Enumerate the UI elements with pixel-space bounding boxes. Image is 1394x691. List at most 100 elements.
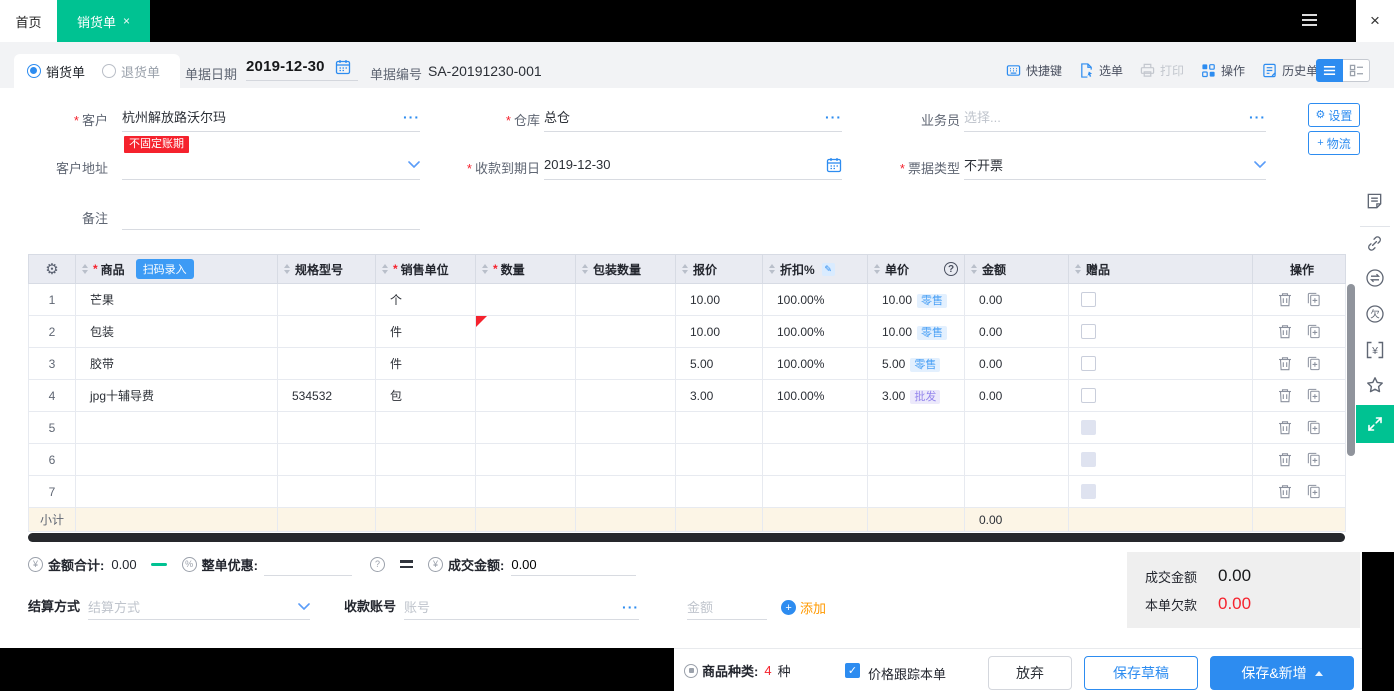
deal-amount-value[interactable]: 0.00 [511,552,636,576]
order-discount-input[interactable] [264,552,352,576]
help-icon[interactable]: ? [944,262,958,276]
discount-cell[interactable]: 100.00% [763,284,868,316]
note-icon[interactable] [1365,192,1384,211]
chevron-down-icon[interactable] [408,161,420,168]
quote-cell[interactable]: 10.00 [676,284,763,316]
quote-cell[interactable] [676,444,763,476]
column-header-discount[interactable]: 折扣%✎ [763,255,868,284]
column-header-unit[interactable]: *销售单位 [376,255,476,284]
trash-icon[interactable] [1278,356,1292,371]
payment-amount-field[interactable]: 金额 [687,594,767,620]
column-header-qty[interactable]: *数量 [476,255,576,284]
pkg-cell[interactable] [576,412,676,444]
spec-cell[interactable] [278,444,376,476]
product-cell[interactable] [76,476,278,508]
add-payment-button[interactable]: 添加 [781,598,826,617]
unit-cell[interactable]: 件 [376,348,476,380]
more-icon[interactable] [622,602,639,612]
unit-cell[interactable]: 件 [376,316,476,348]
calendar-icon[interactable] [335,59,351,75]
radio-sales-order[interactable]: 销货单 [27,62,85,81]
copy-row-icon[interactable] [1306,388,1321,403]
doc-date-field[interactable]: 2019-12-30 [246,58,358,81]
spec-cell[interactable] [278,284,376,316]
price-cell[interactable]: 3.00批发 [868,380,965,412]
calendar-icon[interactable] [826,157,842,173]
column-header-quote[interactable]: 报价 [676,255,763,284]
unit-cell[interactable] [376,412,476,444]
quote-cell[interactable]: 5.00 [676,348,763,380]
remark-field[interactable] [122,200,420,230]
product-cell[interactable]: jpg十辅导费 [76,380,278,412]
copy-row-icon[interactable] [1306,324,1321,339]
sort-icon[interactable] [1075,264,1081,274]
amount-cell[interactable] [965,444,1069,476]
more-icon[interactable] [825,112,842,122]
payment-account-field[interactable]: 账号 [404,594,639,620]
qty-cell[interactable] [476,348,576,380]
price-cell[interactable]: 10.00零售 [868,284,965,316]
link-icon[interactable] [1365,234,1384,253]
product-cell[interactable]: 胶带 [76,348,278,380]
trash-icon[interactable] [1278,484,1292,499]
copy-row-icon[interactable] [1306,484,1321,499]
table-settings-gear-icon[interactable]: ⚙ [29,255,76,284]
column-header-product[interactable]: *商品扫码录入 [76,255,278,284]
copy-row-icon[interactable] [1306,420,1321,435]
trash-icon[interactable] [1278,292,1292,307]
toolbar-printer-button[interactable]: 打印 [1140,62,1184,79]
column-header-ops[interactable]: 操作 [1253,255,1346,284]
save-draft-button[interactable]: 保存草稿 [1084,656,1198,690]
pkg-cell[interactable] [576,380,676,412]
price-track-checkbox[interactable] [845,663,860,678]
payment-method-select[interactable]: 结算方式 [88,594,310,620]
chevron-down-icon[interactable] [1254,161,1266,168]
invoice-type-field[interactable]: 不开票 [964,150,1266,180]
debt-icon[interactable]: 欠 [1365,304,1385,324]
qty-cell[interactable] [476,444,576,476]
product-cell[interactable] [76,412,278,444]
column-header-gift[interactable]: 赠品 [1069,255,1253,284]
edit-icon[interactable]: ✎ [822,263,835,276]
column-header-pkg-qty[interactable]: 包装数量 [576,255,676,284]
sort-icon[interactable] [769,264,775,274]
gift-checkbox[interactable] [1081,388,1096,403]
pkg-cell[interactable] [576,476,676,508]
transfer-icon[interactable] [1365,268,1385,288]
gift-checkbox[interactable] [1081,356,1096,371]
sort-icon[interactable] [382,264,388,274]
more-icon[interactable] [403,112,420,122]
qty-cell[interactable] [476,380,576,412]
trash-icon[interactable] [1278,324,1292,339]
more-icon[interactable] [1249,112,1266,122]
sort-icon[interactable] [971,264,977,274]
sort-icon[interactable] [482,264,488,274]
unit-cell[interactable]: 包 [376,380,476,412]
amount-cell[interactable]: 0.00 [965,316,1069,348]
spec-cell[interactable] [278,316,376,348]
expand-icon[interactable] [1356,405,1394,443]
price-cell[interactable]: 10.00零售 [868,316,965,348]
spec-cell[interactable]: 534532 [278,380,376,412]
gift-checkbox[interactable] [1081,292,1096,307]
vertical-scrollbar[interactable] [1347,284,1355,456]
amount-cell[interactable] [965,412,1069,444]
quote-cell[interactable]: 3.00 [676,380,763,412]
spec-cell[interactable] [278,348,376,380]
list-view-icon[interactable] [1316,59,1343,82]
amount-cell[interactable]: 0.00 [965,348,1069,380]
qty-cell[interactable] [476,284,576,316]
sort-icon[interactable] [682,264,688,274]
discount-cell[interactable] [763,412,868,444]
customer-field[interactable]: 杭州解放路沃尔玛 [122,102,420,132]
trash-icon[interactable] [1278,388,1292,403]
copy-row-icon[interactable] [1306,356,1321,371]
quote-cell[interactable] [676,412,763,444]
warehouse-field[interactable]: 总仓 [544,102,842,132]
pkg-cell[interactable] [576,316,676,348]
discount-cell[interactable]: 100.00% [763,380,868,412]
menu-icon[interactable] [1302,14,1317,26]
tab-home[interactable]: 首页 [0,0,57,42]
column-header-amount[interactable]: 金额 [965,255,1069,284]
trash-icon[interactable] [1278,452,1292,467]
